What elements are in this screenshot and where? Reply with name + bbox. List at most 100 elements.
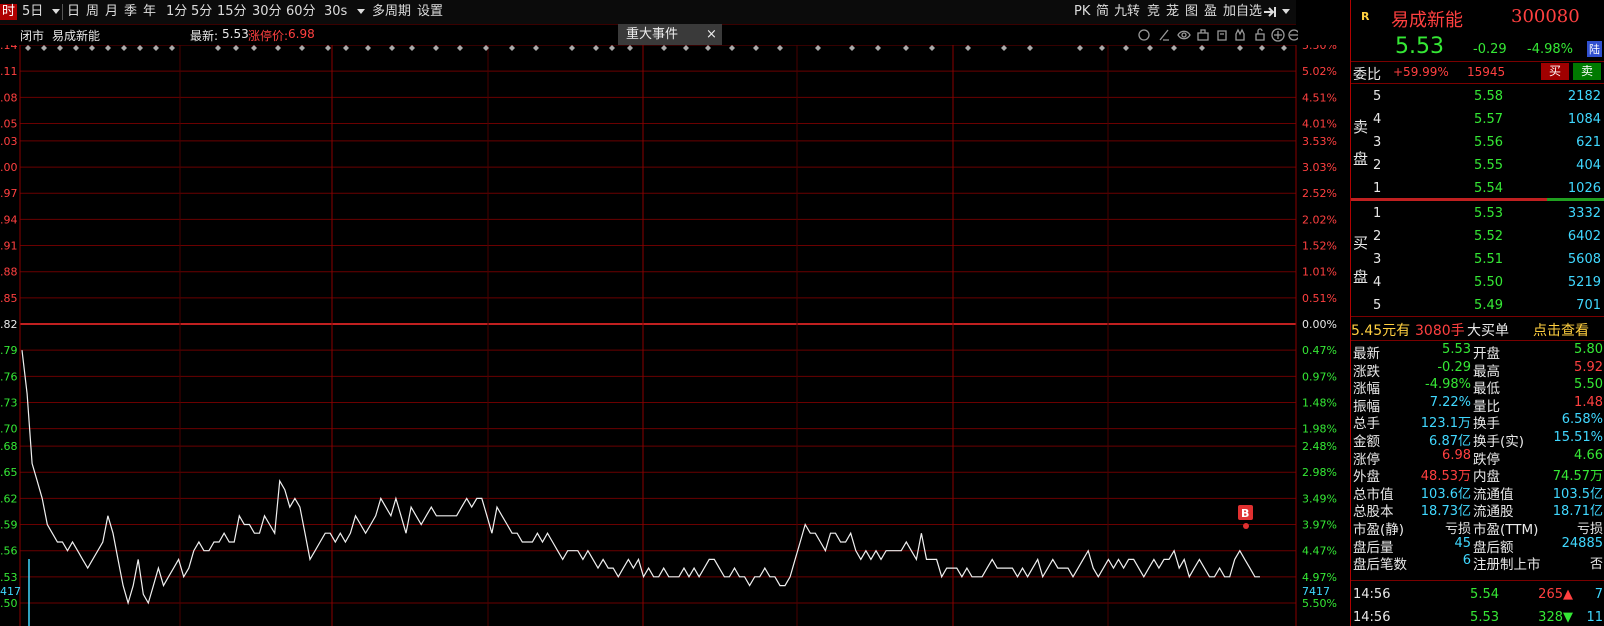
event-marker[interactable] [1237, 45, 1243, 51]
event-marker[interactable] [1001, 45, 1007, 51]
percent-tick-label: 3.53% [1302, 135, 1337, 148]
event-marker[interactable] [1147, 45, 1153, 51]
period-button-day[interactable]: 日 [65, 4, 82, 20]
event-marker[interactable] [251, 45, 257, 51]
major-event-tab[interactable]: 重大事件 × [618, 24, 722, 45]
event-marker[interactable] [903, 45, 909, 51]
event-marker[interactable] [57, 45, 63, 51]
event-marker[interactable] [593, 45, 599, 51]
event-marker[interactable] [729, 45, 735, 51]
buy-button[interactable]: 买 [1541, 63, 1569, 80]
event-marker[interactable] [215, 45, 221, 51]
event-marker[interactable] [233, 45, 239, 51]
event-marker[interactable] [533, 45, 539, 51]
settings-button[interactable]: 设置 [415, 4, 445, 20]
event-marker[interactable] [1199, 45, 1205, 51]
event-marker[interactable] [683, 45, 689, 51]
quote-panel: R 易成新能 300080 5.53 -0.29 -4.98% 陆 委比 +59… [1350, 0, 1604, 626]
chevron-down-icon[interactable] [357, 9, 365, 14]
event-marker[interactable] [627, 45, 633, 51]
event-marker[interactable] [89, 45, 95, 51]
event-marker[interactable] [169, 45, 175, 51]
profit-button[interactable]: 盈 [1202, 4, 1219, 20]
event-marker[interactable] [137, 45, 143, 51]
event-marker[interactable] [1171, 45, 1177, 51]
stat-value: 5.92 [1574, 359, 1603, 375]
event-marker[interactable] [365, 45, 371, 51]
event-marker[interactable] [275, 45, 281, 51]
period-toolbar: 时 5日 日 周 月 季 年 1分 5分 15分 30分 60分 30s 多周期… [0, 0, 1296, 25]
buy-marker[interactable]: B [1238, 505, 1253, 529]
ask-price: 5.58 [1474, 89, 1503, 104]
event-marker[interactable] [1027, 45, 1033, 51]
intraday-price-chart[interactable]: .14 .11 .08 .05 .03 .00 .97 .94 .91 .88 .85 .82 .79.… [0, 45, 1350, 626]
event-marker[interactable] [753, 45, 759, 51]
period-button-30min[interactable]: 30分 [250, 4, 284, 20]
event-marker[interactable] [661, 45, 667, 51]
period-button-week[interactable]: 周 [84, 4, 101, 20]
event-marker[interactable] [73, 45, 79, 51]
auction-button[interactable]: 竞 [1145, 4, 1162, 20]
chart-button[interactable]: 图 [1183, 4, 1200, 20]
event-marker[interactable] [1123, 45, 1129, 51]
event-marker[interactable] [325, 45, 331, 51]
limit-up-label: 涨停价: [248, 29, 289, 43]
event-marker[interactable] [457, 45, 463, 51]
event-marker[interactable] [433, 45, 439, 51]
period-button-5day[interactable]: 5日 [20, 4, 45, 20]
period-button-30s[interactable]: 30s [322, 4, 349, 20]
event-marker[interactable] [777, 45, 783, 51]
stat-value: 15.51% [1553, 430, 1603, 445]
event-marker[interactable] [1259, 45, 1265, 51]
period-button-quarter[interactable]: 季 [122, 4, 139, 20]
event-marker[interactable] [1077, 45, 1083, 51]
view-big-order-link[interactable]: 点击查看 [1533, 320, 1589, 340]
event-marker[interactable] [929, 45, 935, 51]
event-marker[interactable] [705, 45, 711, 51]
pin-icon[interactable] [1262, 4, 1278, 24]
event-marker[interactable] [343, 45, 349, 51]
simple-button[interactable]: 简 [1094, 4, 1111, 20]
latest-value: 5.53 [222, 27, 249, 41]
event-marker[interactable] [25, 45, 31, 51]
event-marker[interactable] [1281, 45, 1287, 51]
pk-button[interactable]: PK [1072, 4, 1092, 20]
panel-price: 5.53 [1395, 34, 1444, 59]
period-button-5min[interactable]: 5分 [189, 4, 214, 20]
event-marker[interactable] [105, 45, 111, 51]
event-marker[interactable] [815, 45, 821, 51]
period-button-month[interactable]: 月 [103, 4, 120, 20]
nine-turn-button[interactable]: 九转 [1112, 4, 1142, 20]
chevron-down-icon[interactable] [52, 9, 60, 14]
event-marker[interactable] [509, 45, 515, 51]
event-marker[interactable] [389, 45, 395, 51]
event-marker[interactable] [875, 45, 881, 51]
multi-period-button[interactable]: 多周期 [370, 4, 413, 20]
event-marker[interactable] [569, 45, 575, 51]
event-marker[interactable] [121, 45, 127, 51]
event-marker[interactable] [849, 45, 855, 51]
sell-button[interactable]: 卖 [1573, 63, 1601, 80]
event-marker[interactable] [609, 45, 615, 51]
stat-value: 45 [1454, 535, 1471, 551]
panel-stock-name: 易成新能 [1391, 10, 1463, 31]
stat-value: 亏损 [1576, 522, 1603, 537]
period-button-60min[interactable]: 60分 [284, 4, 318, 20]
event-marker[interactable] [409, 45, 415, 51]
chevron-down-icon[interactable] [1282, 9, 1290, 14]
event-marker[interactable] [153, 45, 159, 51]
event-marker[interactable] [1099, 45, 1105, 51]
tick-volume: 328 [1538, 610, 1563, 625]
period-button-1min[interactable]: 1分 [164, 4, 189, 20]
event-marker[interactable] [41, 45, 47, 51]
period-button-year[interactable]: 年 [141, 4, 158, 20]
percent-tick-label: 5.50% [1302, 597, 1337, 610]
add-watchlist-button[interactable]: 加自选 [1221, 4, 1264, 20]
event-marker[interactable] [299, 45, 305, 51]
period-button-15min[interactable]: 15分 [215, 4, 249, 20]
close-icon[interactable]: × [706, 24, 717, 45]
period-button-intraday[interactable]: 时 [0, 4, 18, 20]
event-marker[interactable] [965, 45, 971, 51]
percent-tick-label: 2.52% [1302, 187, 1337, 200]
long-button[interactable]: 茏 [1164, 4, 1181, 20]
